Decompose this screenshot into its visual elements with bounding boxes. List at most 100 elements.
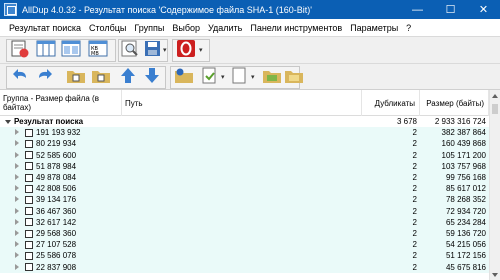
scroll-down-icon[interactable] xyxy=(492,273,498,277)
group-row[interactable]: 27 107 528 2 54 215 056 xyxy=(0,239,489,251)
expand-icon[interactable] xyxy=(15,252,19,259)
opera-icon xyxy=(177,40,195,57)
select-checked-button[interactable] xyxy=(200,66,220,85)
menu-settings[interactable]: Параметры xyxy=(346,23,402,33)
group-checkbox[interactable] xyxy=(25,128,33,137)
undo-button[interactable] xyxy=(10,66,30,85)
group-checkbox[interactable] xyxy=(25,184,33,193)
group-row[interactable]: 39 134 176 2 78 268 352 xyxy=(0,194,489,206)
expand-icon[interactable] xyxy=(15,196,19,203)
group-label: 36 467 360 xyxy=(36,206,77,216)
folder-up-button[interactable] xyxy=(66,66,86,85)
groups-button[interactable] xyxy=(61,39,81,58)
title-bar: AllDup 4.0.32 - Результат поиска 'Содерж… xyxy=(0,0,500,19)
expand-icon[interactable] xyxy=(15,174,19,180)
menu-help[interactable]: ? xyxy=(402,23,415,33)
group-row[interactable]: 191 193 932 2 382 387 864 xyxy=(0,127,489,139)
move-down-button[interactable] xyxy=(142,66,162,85)
settings-folder-button[interactable] xyxy=(174,66,194,85)
group-checkbox[interactable] xyxy=(25,151,33,160)
group-row[interactable]: 32 617 142 2 65 234 284 xyxy=(0,216,489,228)
group-checkbox[interactable] xyxy=(25,251,33,260)
expand-icon[interactable] xyxy=(15,151,19,158)
collapse-icon[interactable] xyxy=(5,120,11,124)
group-label: 52 585 600 xyxy=(36,150,77,160)
maximize-button[interactable]: ☐ xyxy=(434,0,467,19)
size-units-button[interactable]: КВ МВ xyxy=(88,39,108,58)
save-button[interactable] xyxy=(143,39,163,58)
group-checkbox[interactable] xyxy=(25,207,33,216)
column-header-path[interactable]: Путь xyxy=(122,90,362,116)
expand-icon[interactable] xyxy=(15,140,19,147)
minimize-button[interactable]: — xyxy=(401,0,434,19)
folder-yellow-button[interactable] xyxy=(284,66,304,85)
group-checkbox[interactable] xyxy=(25,263,33,272)
expand-icon[interactable] xyxy=(15,241,19,248)
close-button[interactable]: ✕ xyxy=(467,0,500,19)
expand-icon[interactable] xyxy=(15,162,19,169)
group-duplicates: 2 xyxy=(412,240,417,250)
group-checkbox[interactable] xyxy=(25,218,33,227)
group-size: 85 617 012 xyxy=(445,184,486,194)
close-icon: ✕ xyxy=(478,4,489,16)
select-blank-button[interactable] xyxy=(230,66,250,85)
select-blank-dropdown-icon[interactable]: ▾ xyxy=(251,73,255,81)
menu-delete[interactable]: Удалить xyxy=(204,23,246,33)
grid-header: Группа - Размер файла (в байтах) Путь Ду… xyxy=(0,90,489,116)
group-row[interactable]: 80 219 934 2 160 439 868 xyxy=(0,138,489,150)
group-size: 65 234 284 xyxy=(445,217,486,227)
group-row[interactable]: 29 568 360 2 59 136 720 xyxy=(0,228,489,240)
expand-icon[interactable] xyxy=(15,218,19,225)
group-row[interactable]: 51 878 984 2 103 757 968 xyxy=(0,160,489,172)
group-checkbox[interactable] xyxy=(25,240,33,249)
column-header-duplicates[interactable]: Дубликаты xyxy=(362,90,420,116)
group-row[interactable]: 25 586 078 2 51 172 156 xyxy=(0,250,489,262)
group-checkbox[interactable] xyxy=(25,229,33,238)
group-row[interactable]: 36 467 360 2 72 934 720 xyxy=(0,205,489,217)
group-checkbox[interactable] xyxy=(25,173,33,182)
vertical-scrollbar[interactable] xyxy=(489,90,500,280)
folder-up-icon xyxy=(67,71,85,83)
result-tree: Результат поиска 3 678 2 933 316 724 191… xyxy=(0,116,489,280)
menu-toolbars[interactable]: Панели инструментов xyxy=(246,23,346,33)
opera-button[interactable] xyxy=(176,39,196,58)
group-checkbox[interactable] xyxy=(25,195,33,204)
expand-icon[interactable] xyxy=(15,185,19,192)
group-checkbox[interactable] xyxy=(25,139,33,148)
save-dropdown-icon[interactable]: ▾ xyxy=(163,46,167,54)
group-label: 42 808 506 xyxy=(36,184,77,194)
move-up-button[interactable] xyxy=(118,66,138,85)
group-row[interactable]: 42 808 506 2 85 617 012 xyxy=(0,183,489,195)
column-header-size[interactable]: Размер (байты) xyxy=(420,90,489,116)
scroll-thumb[interactable] xyxy=(492,104,498,114)
expand-icon[interactable] xyxy=(15,263,19,270)
menu-search-result[interactable]: Результат поиска xyxy=(5,23,85,33)
menu-columns[interactable]: Столбцы xyxy=(85,23,130,33)
search-button[interactable] xyxy=(120,39,140,58)
menu-groups[interactable]: Группы xyxy=(130,23,168,33)
group-size: 382 387 864 xyxy=(441,128,487,138)
close-result-button[interactable] xyxy=(10,39,30,58)
expand-icon[interactable] xyxy=(15,230,19,236)
folder-down-button[interactable] xyxy=(91,66,111,85)
folder-green-button[interactable] xyxy=(262,66,282,85)
group-row[interactable]: 22 837 908 2 45 675 816 xyxy=(0,261,489,273)
group-label: 25 586 078 xyxy=(36,251,77,261)
group-size: 72 934 720 xyxy=(445,206,486,216)
columns-button[interactable] xyxy=(36,39,56,58)
group-row[interactable]: 49 878 084 2 99 756 168 xyxy=(0,172,489,184)
root-row[interactable]: Результат поиска 3 678 2 933 316 724 xyxy=(0,116,489,127)
expand-icon[interactable] xyxy=(15,129,19,136)
group-checkbox[interactable] xyxy=(25,162,33,171)
minimize-icon: — xyxy=(412,3,423,16)
group-row[interactable]: 52 585 600 2 105 171 200 xyxy=(0,149,489,161)
menu-selection[interactable]: Выбор xyxy=(168,23,204,33)
redo-button[interactable] xyxy=(35,66,55,85)
group-duplicates: 2 xyxy=(412,139,417,149)
column-header-group[interactable]: Группа - Размер файла (в байтах) xyxy=(0,90,122,116)
scroll-up-icon[interactable] xyxy=(492,94,498,98)
expand-icon[interactable] xyxy=(15,207,19,214)
opera-dropdown-icon[interactable]: ▾ xyxy=(199,46,203,54)
select-checked-dropdown-icon[interactable]: ▾ xyxy=(221,73,225,81)
group-duplicates: 2 xyxy=(412,262,417,272)
